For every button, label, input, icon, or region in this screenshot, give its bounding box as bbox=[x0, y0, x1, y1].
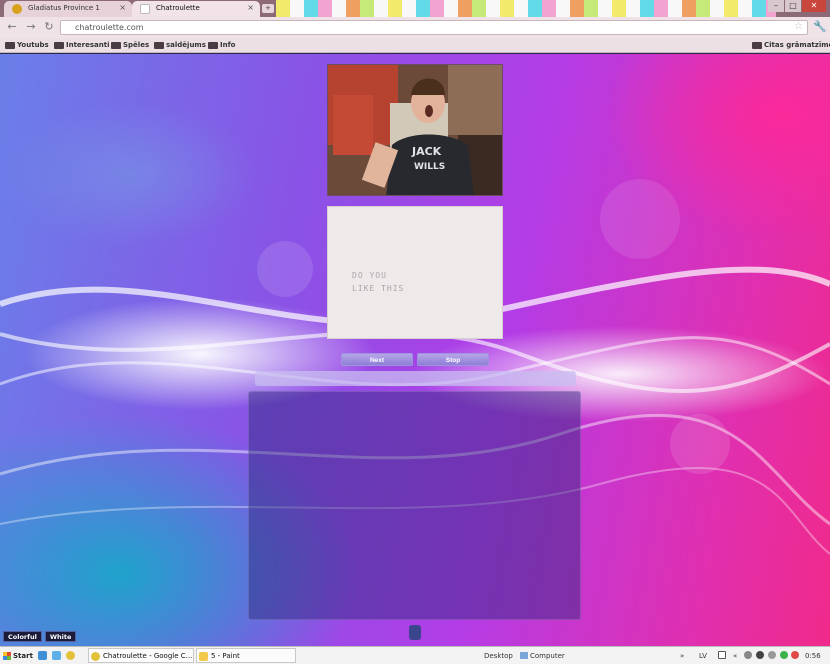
task-paint[interactable]: 5 - Paint bbox=[196, 648, 296, 663]
help-icon[interactable] bbox=[718, 651, 726, 659]
chat-log-panel[interactable] bbox=[248, 391, 581, 620]
bookmark-speles[interactable]: Spēles bbox=[111, 40, 149, 51]
partner-webcam-image: JACK WILLS bbox=[328, 65, 502, 195]
task-label: Chatroulette - Google C... bbox=[103, 652, 193, 660]
partner-video: JACK WILLS bbox=[327, 64, 503, 196]
folder-icon bbox=[154, 42, 164, 49]
bookmark-info[interactable]: Info bbox=[208, 40, 235, 51]
bookmark-label: Citas grāmatzīmes bbox=[764, 41, 830, 49]
bookmark-label: Spēles bbox=[123, 41, 150, 49]
maximize-button[interactable]: □ bbox=[785, 0, 801, 12]
theme-white-button[interactable]: White bbox=[44, 631, 77, 642]
folder-icon bbox=[5, 42, 15, 49]
minimize-button[interactable]: – bbox=[768, 0, 784, 12]
new-tab-button[interactable]: + bbox=[262, 4, 274, 13]
bookmark-youtubs[interactable]: Youtubs bbox=[5, 40, 49, 51]
chrome-icon[interactable] bbox=[66, 651, 75, 660]
paint-icon bbox=[199, 652, 208, 661]
theme-colorful-button[interactable]: Colorful bbox=[3, 631, 42, 642]
bookmark-label: Interesanti bbox=[66, 41, 110, 49]
tab-title: Chatroulette bbox=[156, 4, 200, 12]
clock[interactable]: 0:56 bbox=[805, 649, 821, 663]
folder-icon bbox=[208, 42, 218, 49]
volume-icon[interactable] bbox=[756, 651, 764, 659]
bookmark-label: saldējums bbox=[166, 41, 206, 49]
chatroulette-page: JACK WILLS DO YOU LIKE THIS Next Stop Co… bbox=[0, 54, 830, 646]
tray-arrows[interactable]: » bbox=[680, 649, 684, 663]
scroll-handle[interactable] bbox=[409, 625, 421, 640]
window-controls: – □ ✕ bbox=[768, 0, 826, 12]
address-bar[interactable]: chatroulette.com ☆ bbox=[60, 20, 808, 35]
back-icon[interactable]: ← bbox=[5, 20, 19, 34]
task-chatroulette[interactable]: Chatroulette - Google C... bbox=[88, 648, 194, 663]
folder-icon bbox=[111, 42, 121, 49]
theme-stripes bbox=[276, 0, 776, 17]
close-tab-icon[interactable]: × bbox=[119, 3, 126, 12]
reload-icon[interactable]: ↻ bbox=[42, 20, 56, 34]
windows-logo-icon bbox=[3, 652, 11, 660]
ie-icon[interactable] bbox=[38, 651, 47, 660]
forward-icon[interactable]: → bbox=[24, 20, 38, 34]
handwritten-sign: DO YOU LIKE THIS bbox=[352, 269, 404, 295]
stop-button[interactable]: Stop bbox=[417, 353, 489, 366]
folder-icon bbox=[54, 42, 64, 49]
chat-input[interactable] bbox=[255, 371, 576, 386]
url-text: chatroulette.com bbox=[75, 23, 144, 32]
language-indicator[interactable]: LV bbox=[699, 649, 707, 663]
bookmark-label: Info bbox=[220, 41, 236, 49]
bookmark-label: Youtubs bbox=[17, 41, 49, 49]
start-label: Start bbox=[13, 652, 33, 660]
own-video: DO YOU LIKE THIS bbox=[327, 206, 503, 339]
gladiatus-favicon-icon bbox=[12, 4, 22, 14]
show-desktop-icon[interactable] bbox=[52, 651, 61, 660]
other-bookmarks[interactable]: Citas grāmatzīmes bbox=[752, 40, 830, 51]
bookmark-interesanti[interactable]: Interesanti bbox=[54, 40, 110, 51]
desktop-toolbar[interactable]: Desktop bbox=[484, 649, 513, 663]
task-label: 5 - Paint bbox=[211, 652, 240, 660]
star-icon[interactable]: ☆ bbox=[794, 21, 803, 32]
antivirus-icon[interactable] bbox=[780, 651, 788, 659]
start-button[interactable]: Start bbox=[2, 649, 33, 663]
tab-gladiatus[interactable]: Gladiatus Province 1 × bbox=[4, 1, 132, 17]
shirt-text-jack: JACK bbox=[411, 145, 442, 158]
sign-line-1: DO YOU bbox=[352, 271, 387, 280]
bookmark-saldejums[interactable]: saldējums bbox=[154, 40, 206, 51]
tray-icon[interactable] bbox=[768, 651, 776, 659]
network-icon[interactable] bbox=[744, 651, 752, 659]
wrench-icon[interactable]: 🔧 bbox=[813, 20, 827, 34]
tab-chatroulette[interactable]: Chatroulette × bbox=[132, 1, 260, 17]
computer-icon bbox=[520, 652, 528, 659]
theme-switcher: Colorful White bbox=[3, 631, 77, 642]
close-tab-icon[interactable]: × bbox=[247, 3, 254, 12]
windows-taskbar: Start Chatroulette - Google C... 5 - Pai… bbox=[0, 646, 830, 664]
title-bar: Gladiatus Province 1 × Chatroulette × + … bbox=[0, 0, 830, 17]
close-window-button[interactable]: ✕ bbox=[802, 0, 826, 12]
alert-icon[interactable] bbox=[791, 651, 799, 659]
folder-icon bbox=[752, 42, 762, 49]
tray-expand-icon[interactable]: « bbox=[733, 649, 737, 663]
sign-line-2: LIKE THIS bbox=[352, 284, 405, 293]
computer-toolbar[interactable]: Computer bbox=[520, 649, 565, 663]
bookmarks-bar: Youtubs Interesanti Spēles saldējums Inf… bbox=[0, 38, 830, 53]
chrome-icon bbox=[91, 652, 100, 661]
computer-label: Computer bbox=[530, 652, 565, 660]
browser-toolbar: ← → ↻ chatroulette.com ☆ 🔧 bbox=[0, 17, 830, 38]
next-button[interactable]: Next bbox=[341, 353, 413, 366]
tab-title: Gladiatus Province 1 bbox=[28, 4, 100, 12]
page-favicon-icon bbox=[140, 4, 150, 14]
shirt-text-wills: WILLS bbox=[414, 162, 445, 172]
